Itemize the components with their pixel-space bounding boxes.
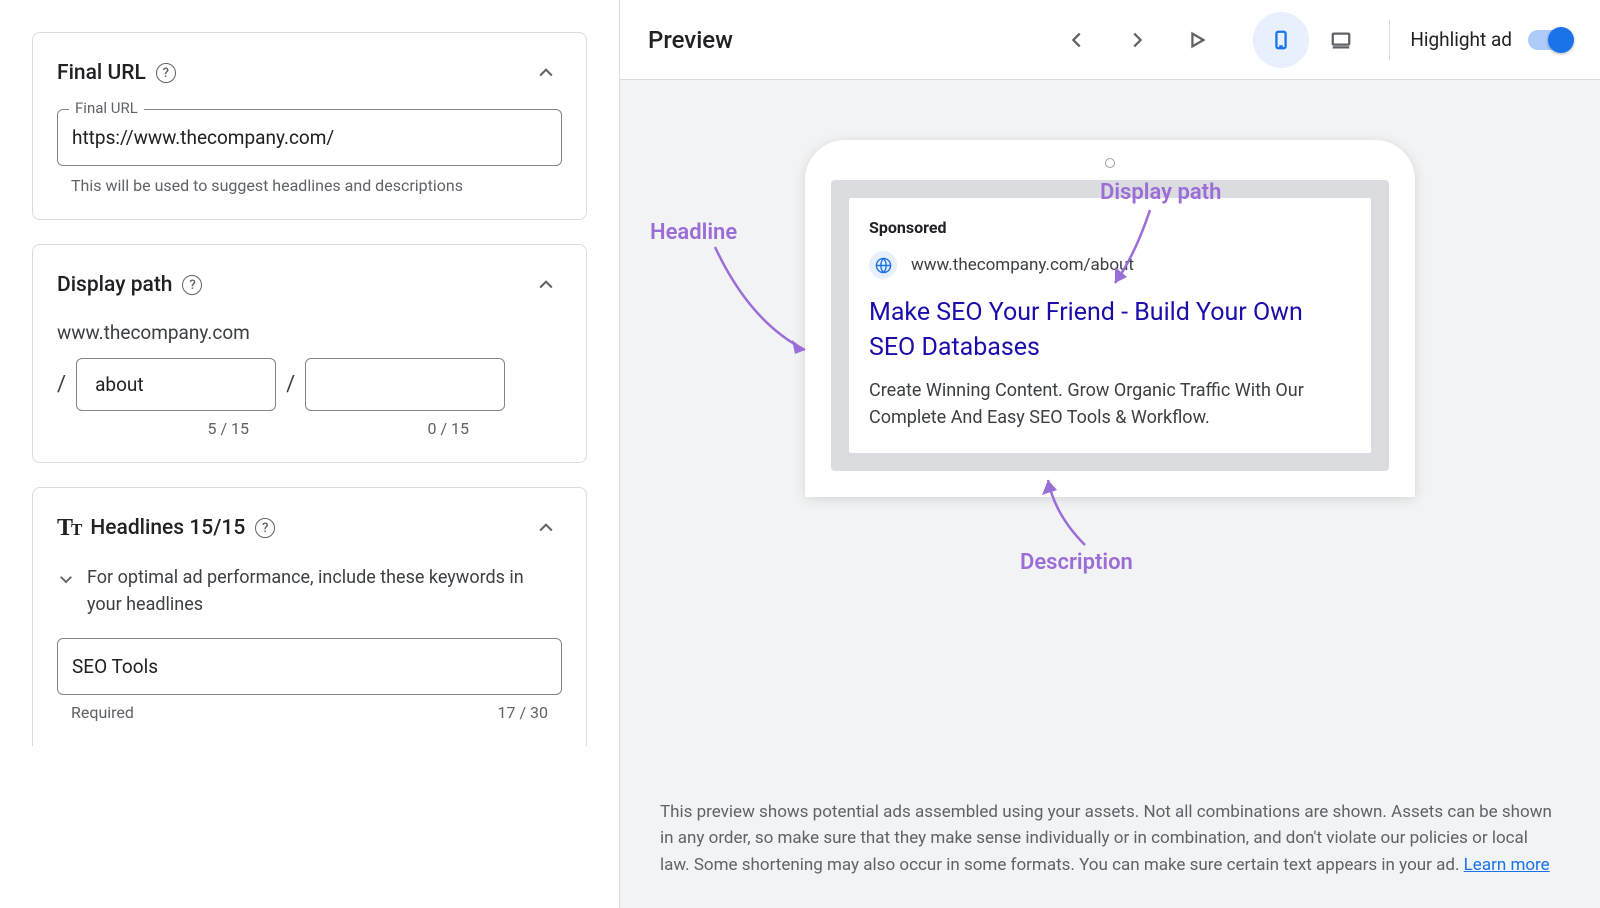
headline-field [57,638,562,695]
display-path-card: Display path ? www.thecompany.com / / 5 … [32,244,587,463]
help-icon[interactable]: ? [255,518,275,538]
final-url-title: Final URL ? [57,61,176,85]
chevron-down-icon [57,570,75,588]
annotation-description: Description [1020,550,1133,575]
ad-sponsored-label: Sponsored [869,218,1351,237]
text-icon: TT [57,515,80,542]
ad-description: Create Winning Content. Grow Organic Tra… [869,377,1351,431]
chevron-right-icon [1126,29,1148,51]
card-title-text: Final URL [57,61,146,85]
collapse-button[interactable] [530,57,562,89]
preview-title: Preview [648,26,733,54]
required-label: Required [71,703,134,722]
preview-disclaimer: This preview shows potential ads assembl… [620,799,1600,908]
desktop-view-button[interactable] [1313,12,1369,68]
arrow-headline [710,242,820,362]
display-path-title: Display path ? [57,273,202,297]
path-counters: 5 / 15 0 / 15 [57,419,562,438]
next-button[interactable] [1109,12,1165,68]
play-button[interactable] [1169,12,1225,68]
ad-display-url: www.thecompany.com/about [911,255,1134,275]
phone-camera [1105,158,1115,168]
preview-panel: Preview Highlight ad [620,0,1600,908]
prev-button[interactable] [1049,12,1105,68]
mobile-view-button[interactable] [1253,12,1309,68]
highlight-ad-toggle[interactable] [1528,30,1572,50]
help-icon[interactable]: ? [182,275,202,295]
preview-stage: Headline Display path Description Sponso… [620,80,1600,799]
card-header: Display path ? [57,269,562,301]
ad-card: Sponsored www.thecompany.com/about Make … [849,198,1371,453]
headline-1-input[interactable] [57,638,562,695]
slash-separator: / [57,372,66,397]
display-path-base-url: www.thecompany.com [57,321,562,344]
collapse-button[interactable] [530,269,562,301]
phone-screen: Sponsored www.thecompany.com/about Make … [831,180,1389,471]
card-title-text: Display path [57,273,172,297]
highlight-ad-label: Highlight ad [1410,28,1512,51]
path1-counter: 5 / 15 [57,419,267,438]
preview-controls: Highlight ad [1049,12,1572,68]
toggle-knob [1548,27,1574,53]
final-url-card: Final URL ? Final URL This will be used … [32,32,587,220]
final-url-helper: This will be used to suggest headlines a… [57,176,562,195]
path-row: / / [57,358,562,411]
card-title-text: Headlines 15/15 [90,516,245,540]
desktop-icon [1330,29,1352,51]
globe-icon [869,251,897,279]
path1-input[interactable] [76,358,276,411]
divider [1389,20,1390,60]
chevron-left-icon [1066,29,1088,51]
final-url-input[interactable] [57,109,562,166]
slash-separator: / [286,372,295,397]
chevron-up-icon [536,63,556,83]
path2-input[interactable] [305,358,505,411]
help-icon[interactable]: ? [156,63,176,83]
phone-frame: Sponsored www.thecompany.com/about Make … [805,140,1415,497]
mobile-icon [1270,29,1292,51]
chevron-up-icon [536,518,556,538]
card-header: Final URL ? [57,57,562,89]
collapse-button[interactable] [530,512,562,544]
headline-1-counter: 17 / 30 [497,703,548,722]
ad-url-row: www.thecompany.com/about [869,251,1351,279]
editor-panel: Final URL ? Final URL This will be used … [0,0,620,908]
headlines-card: TT Headlines 15/15 ? For optimal ad perf… [32,487,587,746]
annotation-headline: Headline [650,220,737,245]
path2-counter: 0 / 15 [277,419,487,438]
ad-headline: Make SEO Your Friend - Build Your Own SE… [869,295,1351,365]
expand-keywords-button[interactable] [57,564,75,592]
play-icon [1186,29,1208,51]
learn-more-link[interactable]: Learn more [1464,855,1550,875]
keyword-hint-text: For optimal ad performance, include thes… [87,564,562,618]
preview-header: Preview Highlight ad [620,0,1600,80]
keyword-hint-row[interactable]: For optimal ad performance, include thes… [57,564,562,618]
headline-counter-row: Required 17 / 30 [57,703,562,722]
disclaimer-text: This preview shows potential ads assembl… [660,802,1552,875]
final-url-field: Final URL [57,109,562,166]
headlines-title: TT Headlines 15/15 ? [57,515,275,542]
chevron-up-icon [536,275,556,295]
field-label: Final URL [69,99,144,117]
card-header: TT Headlines 15/15 ? [57,512,562,544]
